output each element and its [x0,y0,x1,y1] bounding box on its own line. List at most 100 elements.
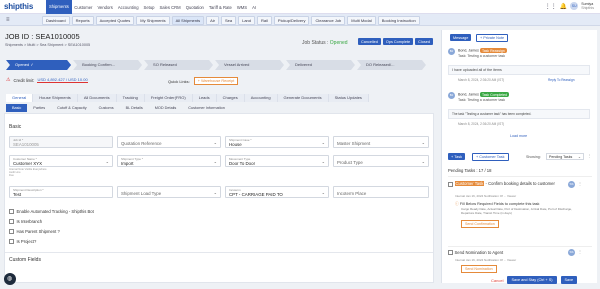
bell-icon[interactable]: 🔔 [560,3,567,10]
submenu-pickup-delivery[interactable]: Pickup/Delivery [273,15,310,25]
tab-accounting[interactable]: Accounting [244,94,278,102]
stage-booking-confirm[interactable]: Booking Confirm... [73,60,142,70]
checkbox-box[interactable] [9,229,14,234]
checkbox-interbranch[interactable]: Is Interbranch [9,219,42,224]
subtab-parties[interactable]: Parties [27,104,51,112]
submenu-accepted-quotes[interactable]: Accepted Quotes [95,15,135,25]
incoterm-select[interactable]: Incoterm CPT - CARRIAGE PAID TO ⌄ [225,186,329,198]
customer-name-select[interactable]: Customer Name * Customer XYX ⌄ [9,155,113,167]
stage-vessel-arrived[interactable]: Vessel Arrived [215,60,284,70]
subtab-mod-details[interactable]: MOD Details [149,104,183,112]
subtab-basic[interactable]: Basic [6,104,28,112]
tab-charges[interactable]: Charges [216,94,245,102]
save-button[interactable]: Save [560,276,578,284]
task-item: Customer Task - Confirm booking details … [448,176,592,244]
grid-icon[interactable]: ⋮⋮ [545,3,557,10]
submenu-booking-instruction[interactable]: Booking Instruction [377,15,420,25]
checkbox-is-project[interactable]: Is Project? [9,239,36,244]
brand-logo[interactable]: shipthis [4,2,33,11]
submenu-land[interactable]: Land [238,15,256,25]
tab-generate-documents[interactable]: Generate Documents [277,94,329,102]
movement-type-select[interactable]: Movement Type Door To Door ⌄ [225,155,329,167]
submenu-dashboard[interactable]: Dashboard [42,15,70,25]
subtab-customer-information[interactable]: Customer Information [182,104,231,112]
more-options-icon[interactable]: ⋮ [588,154,592,158]
chat-fab-button[interactable]: ◍ [4,273,16,285]
cancelled-button[interactable]: Cancelled [358,38,381,45]
send-nomination-button[interactable]: Send Nomination [461,265,497,273]
avatar[interactable]: SU [570,2,579,10]
stage-so-released[interactable]: SO Released [144,60,213,70]
task-checkbox[interactable] [448,182,453,187]
stage-delivered[interactable]: Delivered [286,60,355,70]
tab-freight-order[interactable]: Freight Order(FRO) [144,94,193,102]
submenu-my-shipments[interactable]: My Shipments [136,15,170,25]
form-panel: Basic Job Id * SEA1010005 Quotation Refe… [4,113,434,283]
submenu-clearance-job[interactable]: Clearance Job [311,15,346,25]
message-button[interactable]: Message [450,34,472,41]
checkbox-box[interactable] [9,209,14,214]
warehouse-receipt-button[interactable]: + Warehouse Receipt [193,77,239,85]
submenu-air[interactable]: Air [206,15,219,25]
checkbox-box[interactable] [9,219,14,224]
quotation-reference-select[interactable]: Quotation Reference ⌄ [117,136,221,148]
more-options-icon[interactable]: ⋮ [578,181,582,186]
incoterm-place-field[interactable]: Incoterm Place [333,186,429,198]
topmenu-vendors[interactable]: Vendors [95,5,115,10]
more-options-icon[interactable]: ⋮ [578,249,582,254]
sub-navigation: ≡ Dashboard Reports Accepted Quotes My S… [0,14,600,26]
breadcrumb[interactable]: Shipments > Multi > Sea Shipment > SEA10… [5,43,90,47]
private-note-button[interactable]: + Private Note [476,34,509,42]
submenu-reports[interactable]: Reports [71,15,94,25]
stage-opened[interactable]: Opened ✓ [6,60,71,70]
subtab-customs[interactable]: Customs [93,104,120,112]
topmenu-accounting[interactable]: Accounting [115,5,141,10]
stage-do-released[interactable]: DO Released/... [357,60,426,70]
topmenu-customer[interactable]: Customer [72,5,95,10]
info-icon: ⓘ [455,202,459,206]
save-and-stay-button[interactable]: Save and Stay (Ctrl + S) [507,276,557,284]
submenu-all-shipments[interactable]: All Shipments [171,15,205,25]
tab-house-shipments[interactable]: House Shipments [33,94,78,102]
closed-button[interactable]: Closed [415,38,433,45]
checkbox-box[interactable] [9,239,14,244]
add-customer-task-button[interactable]: + Customer Task [472,153,509,161]
submenu-multi-modal[interactable]: Multi Modal [347,15,376,25]
subtab-bl-details[interactable]: BL Details [120,104,149,112]
task-checkbox[interactable] [448,250,453,255]
subtab-cutoff-capacity[interactable]: Cutoff & Capacity [51,104,92,112]
ops-complete-button[interactable]: Ops Complete [382,38,414,45]
topmenu-wms[interactable]: WMS [234,5,249,10]
load-more-link[interactable]: Load more [510,134,527,138]
topmenu-shipments[interactable]: Shipments [46,0,72,14]
tab-status-updates[interactable]: Status Updates [328,94,369,102]
shipment-load-type-select[interactable]: Shipment Load Type ⌄ [117,186,221,198]
shipment-type-select[interactable]: Shipment Type * Import ⌄ [117,155,221,167]
tab-general[interactable]: General [6,94,34,102]
tab-all-documents[interactable]: All Documents [77,94,117,102]
reply-to-reassign-link[interactable]: Reply To Reassign [548,78,575,82]
topmenu-setup[interactable]: Setup [141,5,157,10]
topmenu-sales-crm[interactable]: Sales CRM [157,5,183,10]
topmenu-tariff-rate[interactable]: Tariff & Rate [206,5,234,10]
topmenu-ai[interactable]: AI [250,5,259,10]
tab-leads[interactable]: Leads [192,94,217,102]
activity-author: Bond, James Task Reassign [458,48,507,53]
tab-tracking[interactable]: Tracking [116,94,145,102]
add-task-button[interactable]: + Task [448,153,466,160]
topmenu-quotation[interactable]: Quotation [183,5,206,10]
hamburger-icon[interactable]: ≡ [6,17,10,23]
checkbox-automated-tracking[interactable]: Enable Automated Tracking - Shipthis Bot [9,209,94,214]
send-confirmation-button[interactable]: Send Confirmation [461,220,499,228]
cancel-button[interactable]: Cancel [491,278,503,283]
shipment-case-select[interactable]: Shipment Case * House ⌄ [225,136,329,148]
checkbox-parent-shipment[interactable]: Has Parent Shipment ? [9,229,60,234]
task-filter-select[interactable]: Pending Tasks ⌄ [546,153,584,160]
shipment-description-field[interactable]: Shipment Description * Test [9,186,113,198]
submenu-rail[interactable]: Rail [257,15,272,25]
master-shipment-select[interactable]: Master Shipment ⌄ [333,136,429,148]
chevron-down-icon: ⌄ [213,159,217,164]
submenu-sea[interactable]: Sea [220,15,237,25]
user-menu[interactable]: ⋮⋮ 🔔 SU Sumiya Shipthis [545,2,594,10]
product-type-select[interactable]: Product Type ⌄ [333,155,429,167]
